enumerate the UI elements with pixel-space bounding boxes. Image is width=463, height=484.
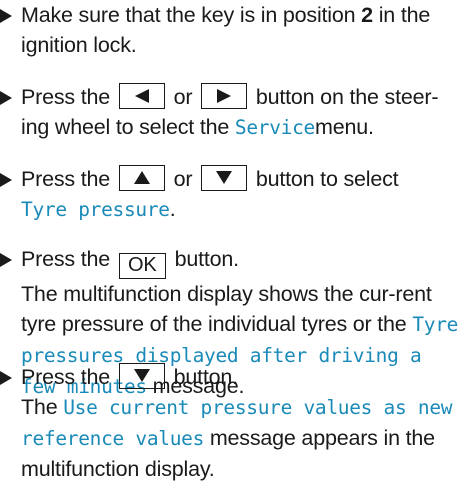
down-triangle-icon <box>133 369 150 382</box>
up-button-key <box>118 165 165 191</box>
right-triangle-icon <box>217 89 232 103</box>
bullet-arrow-icon <box>0 9 12 23</box>
service-menu-label: Service <box>234 116 316 139</box>
down-triangle-icon <box>216 171 233 184</box>
step-1-text: Make sure that the key is in position 2 … <box>21 3 431 57</box>
key-position-value: 2 <box>361 3 373 27</box>
step-5: Press the button. The Use current pressu… <box>0 362 460 484</box>
bullet-arrow-icon <box>0 253 12 267</box>
bullet-arrow-icon <box>0 371 12 385</box>
left-button-key <box>118 83 165 109</box>
step-2-text: Press the or button on the steer-ing whe… <box>21 83 439 139</box>
step-3-text: Press the or button to select Tyre press… <box>21 165 399 221</box>
tyre-pressure-menu-label: Tyre pressure <box>21 198 170 221</box>
bullet-arrow-icon <box>0 173 12 187</box>
up-triangle-icon <box>133 171 150 184</box>
step-1: Make sure that the key is in position 2 … <box>0 0 460 60</box>
left-triangle-icon <box>134 89 149 103</box>
down-button-key <box>201 165 248 191</box>
ok-button-key: OK <box>118 253 166 279</box>
bullet-arrow-icon <box>0 91 12 105</box>
down-button-key <box>118 363 165 389</box>
step-2: Press the or button on the steer-ing whe… <box>0 82 460 143</box>
step-5-text: Press the button. The Use current pressu… <box>21 363 453 481</box>
right-button-key <box>201 83 248 109</box>
step-3: Press the or button to select Tyre press… <box>0 164 460 225</box>
